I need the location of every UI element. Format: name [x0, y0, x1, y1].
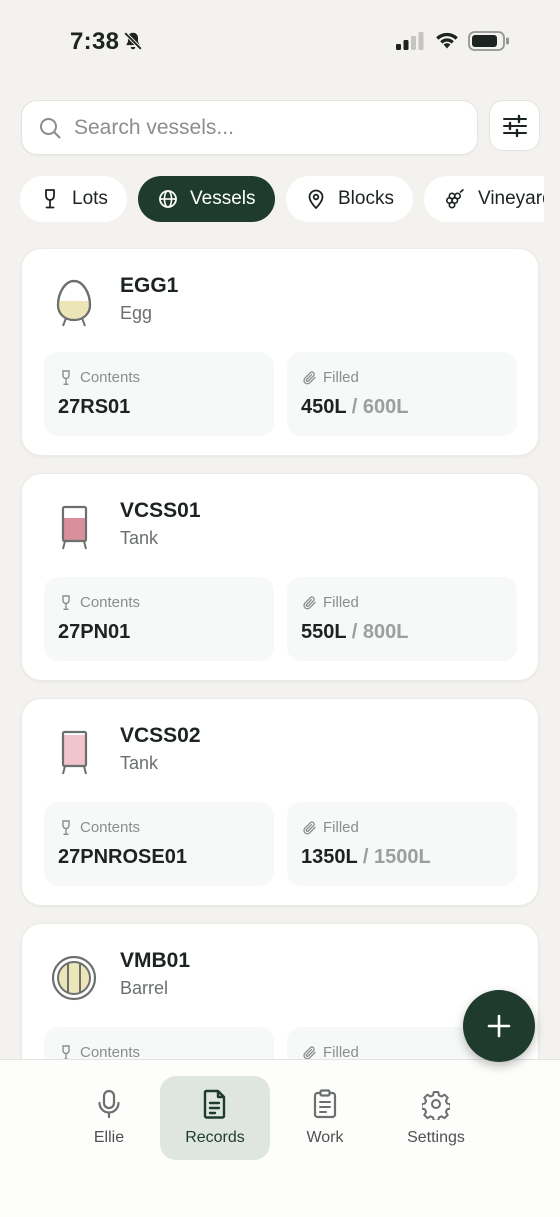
capacity-amount: / 800L: [346, 621, 409, 643]
contents-value: 27PN01: [58, 621, 131, 643]
document-icon: [203, 1089, 226, 1119]
capacity-amount: / 600L: [346, 396, 409, 418]
egg-vessel-icon: [56, 279, 92, 327]
clipboard-icon: [313, 1089, 337, 1119]
filled-value: 550L / 800L: [301, 621, 409, 644]
nav-item-ellie[interactable]: Ellie: [54, 1076, 164, 1160]
contents-value: 27RS01: [58, 396, 131, 418]
vessel-type: Tank: [120, 528, 159, 548]
wine-glass-icon: [62, 595, 70, 611]
plus-icon: [487, 1014, 511, 1038]
filled-value: 450L / 600L: [301, 396, 409, 419]
filter-button[interactable]: [489, 100, 540, 151]
nav-label: Records: [185, 1129, 245, 1146]
vessel-card[interactable]: VCSS02 Tank Contents 27PNROSE01 Filled 1…: [21, 698, 539, 906]
paperclip-icon: [303, 371, 316, 385]
chip-label: Blocks: [338, 188, 394, 209]
vessel-type: Barrel: [120, 978, 169, 998]
contents-stat: Contents 27PN01: [44, 577, 274, 661]
nav-item-settings[interactable]: Settings: [381, 1076, 491, 1160]
barrel-vessel-icon: [51, 955, 97, 1001]
wine-glass-icon: [62, 820, 70, 836]
vessel-card[interactable]: VCSS01 Tank Contents 27PN01 Filled 550L …: [21, 473, 539, 681]
map-pin-icon: [308, 189, 324, 209]
capacity-amount: / 1500L: [357, 846, 431, 868]
chip-label: Vessels: [190, 188, 256, 209]
chip-blocks[interactable]: Blocks: [286, 176, 413, 222]
wine-glass-icon: [45, 189, 55, 209]
sliders-icon: [502, 114, 527, 137]
vessel-type: Egg: [120, 303, 153, 323]
filled-label: Filled: [323, 369, 359, 386]
wine-glass-icon: [62, 370, 70, 386]
chip-vineyards[interactable]: Vineyards: [424, 176, 544, 222]
nav-label: Ellie: [93, 1129, 125, 1146]
filled-stat: Filled 550L / 800L: [287, 577, 517, 661]
vessel-name: VCSS02: [120, 724, 201, 747]
gear-icon: [422, 1091, 450, 1120]
contents-label: Contents: [80, 819, 141, 836]
search-input[interactable]: [74, 115, 434, 140]
chip-lots[interactable]: Lots: [20, 176, 127, 222]
filled-value: 1350L / 1500L: [301, 846, 431, 869]
contents-stat: Contents 27RS01: [44, 352, 274, 436]
filled-amount: 550L: [301, 621, 347, 643]
filled-amount: 1350L: [301, 846, 358, 868]
microphone-icon: [98, 1089, 120, 1119]
battery-icon: [468, 31, 509, 51]
bottom-nav: Ellie Records Work Settings: [0, 1059, 560, 1217]
search-bar[interactable]: [21, 100, 478, 155]
wifi-icon: [436, 32, 458, 49]
chip-vessels[interactable]: Vessels: [138, 176, 275, 222]
chip-label: Lots: [72, 188, 108, 209]
vessel-card[interactable]: EGG1 Egg Contents 27RS01 Filled 450L / 6…: [21, 248, 539, 456]
vessel-name: VCSS01: [120, 499, 201, 522]
nav-item-work[interactable]: Work: [270, 1076, 380, 1160]
nav-label: Settings: [407, 1129, 465, 1146]
category-chips: Lots Vessels Blocks Vineyards: [20, 176, 544, 222]
vessel-name: EGG1: [120, 274, 179, 297]
filled-stat: Filled 1350L / 1500L: [287, 802, 517, 886]
grapes-icon: [445, 188, 465, 209]
nav-item-records[interactable]: Records: [160, 1076, 270, 1160]
status-bar: 7:38: [0, 0, 560, 84]
contents-value: 27PNROSE01: [58, 846, 187, 868]
tank-vessel-icon: [61, 730, 88, 775]
globe-icon: [159, 190, 177, 208]
contents-stat: Contents 27PNROSE01: [44, 802, 274, 886]
search-icon: [40, 117, 61, 138]
filled-label: Filled: [323, 594, 359, 611]
vessel-name: VMB01: [120, 949, 191, 972]
contents-label: Contents: [80, 369, 141, 386]
bell-muted-icon: [123, 31, 143, 51]
filled-label: Filled: [323, 819, 359, 836]
add-vessel-button[interactable]: [463, 990, 535, 1062]
paperclip-icon: [303, 821, 316, 835]
vessel-type: Tank: [120, 753, 159, 773]
status-time: 7:38: [70, 28, 120, 55]
filled-amount: 450L: [301, 396, 347, 418]
chip-label: Vineyards: [478, 188, 544, 209]
tank-vessel-icon: [61, 505, 88, 550]
cellular-signal-icon: [396, 32, 424, 50]
filled-stat: Filled 450L / 600L: [287, 352, 517, 436]
paperclip-icon: [303, 596, 316, 610]
nav-label: Work: [306, 1129, 344, 1146]
contents-label: Contents: [80, 594, 141, 611]
